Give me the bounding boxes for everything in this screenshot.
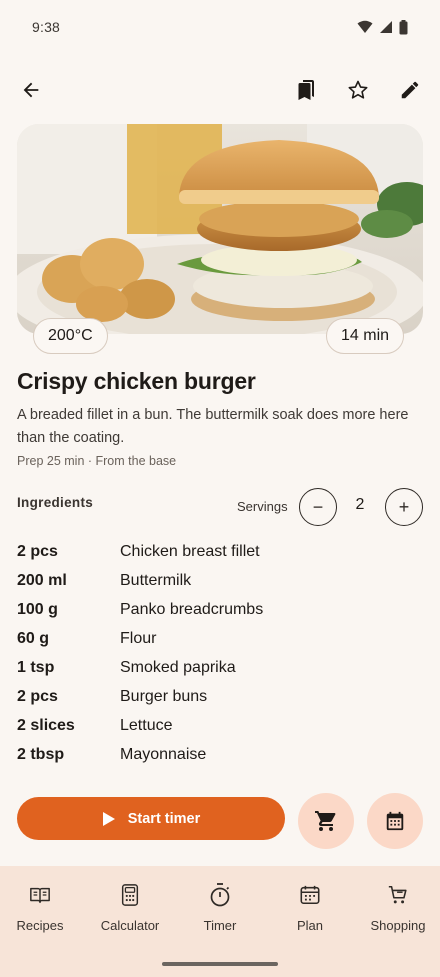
- ingredient-quantity: 1 tsp: [17, 658, 55, 676]
- status-bar: 9:38: [0, 0, 440, 54]
- minus-icon: −: [312, 496, 324, 517]
- recipe-title: Crispy chicken burger: [17, 368, 256, 394]
- ingredient-row: 100 g Panko breadcrumbs: [17, 595, 427, 624]
- star-outline-icon: [348, 80, 368, 99]
- recipe-meta: Prep 25 min · From the base: [17, 454, 177, 468]
- home-indicator[interactable]: [162, 962, 278, 966]
- add-to-plan-button[interactable]: [367, 793, 423, 849]
- temperature-chip: 200°C: [33, 318, 108, 354]
- increase-servings-button[interactable]: +: [385, 488, 423, 526]
- ingredient-name: Lettuce: [120, 716, 173, 734]
- start-timer-button[interactable]: Start timer: [17, 797, 285, 840]
- status-icons: [357, 19, 408, 35]
- edit-button[interactable]: [390, 70, 430, 110]
- plus-icon: +: [398, 496, 410, 517]
- ingredient-row: 2 pcs Chicken breast fillet: [17, 537, 427, 566]
- recipe-photo: [17, 124, 423, 334]
- play-icon: [102, 811, 115, 826]
- duration-chip: 14 min: [326, 318, 405, 354]
- ingredient-name: Mayonnaise: [120, 745, 207, 763]
- arrow-back-icon: [23, 82, 39, 98]
- decrease-servings-button[interactable]: −: [299, 488, 337, 526]
- pencil-icon: [401, 81, 419, 99]
- ingredient-row: 2 pcs Burger buns: [17, 682, 427, 711]
- battery-icon: [399, 19, 408, 34]
- ingredient-row: 1 tsp Smoked paprika: [17, 653, 427, 682]
- ingredient-quantity: 200 ml: [17, 571, 67, 589]
- cart-icon: [315, 811, 336, 831]
- favorite-button[interactable]: [338, 70, 378, 110]
- nav-item-shopping[interactable]: Shopping: [354, 882, 440, 942]
- book-icon: [27, 882, 53, 908]
- top-app-bar: [0, 68, 440, 112]
- nav-label-calculator: Calculator: [100, 918, 160, 933]
- nav-label-plan: Plan: [296, 918, 324, 933]
- ingredients-heading: Ingredients: [17, 495, 94, 510]
- nav-item-recipes[interactable]: Recipes: [0, 882, 84, 942]
- ingredient-name: Chicken breast fillet: [120, 542, 260, 560]
- status-time: 9:38: [32, 19, 61, 35]
- ingredient-quantity: 60 g: [17, 629, 50, 647]
- cart-icon: [385, 882, 411, 908]
- temperature-value: 200°C: [48, 327, 93, 344]
- calendar-icon: [386, 811, 404, 831]
- nav-item-calculator[interactable]: Calculator: [86, 882, 174, 942]
- ingredient-list: 2 pcs Chicken breast fillet 200 ml Butte…: [17, 537, 427, 769]
- duration-value: 14 min: [341, 327, 390, 344]
- ingredient-quantity: 2 tbsp: [17, 745, 65, 763]
- ingredient-quantity: 2 slices: [17, 716, 75, 734]
- servings-value: 2: [355, 496, 365, 513]
- nav-item-plan[interactable]: Plan: [266, 882, 354, 942]
- bookmarks-icon: [298, 80, 314, 100]
- add-to-shopping-button[interactable]: [298, 793, 354, 849]
- calculator-icon: [117, 882, 143, 908]
- nav-label-shopping: Shopping: [370, 918, 426, 933]
- burger-illustration: [17, 124, 423, 334]
- ingredient-name: Panko breadcrumbs: [120, 600, 264, 618]
- recipe-description: A breaded fillet in a bun. The buttermil…: [17, 407, 409, 446]
- ingredient-name: Smoked paprika: [120, 658, 236, 676]
- ingredient-row: 200 ml Buttermilk: [17, 566, 427, 595]
- wifi-icon: [357, 20, 373, 33]
- ingredient-name: Burger buns: [120, 687, 208, 705]
- ingredient-name: Flour: [120, 629, 157, 647]
- ingredient-row: 60 g Flour: [17, 624, 427, 653]
- stopwatch-icon: [207, 882, 233, 908]
- ingredient-quantity: 100 g: [17, 600, 58, 618]
- nav-item-timer[interactable]: Timer: [176, 882, 264, 942]
- signal-icon: [380, 21, 392, 33]
- nav-label-recipes: Recipes: [16, 918, 64, 933]
- ingredient-quantity: 2 pcs: [17, 542, 58, 560]
- back-button[interactable]: [11, 70, 51, 110]
- ingredient-row: 2 slices Lettuce: [17, 711, 427, 740]
- ingredient-quantity: 2 pcs: [17, 687, 58, 705]
- nav-label-timer: Timer: [203, 918, 237, 933]
- bottom-navigation: Recipes Calculator Timer Plan Shopping: [0, 866, 440, 977]
- ingredient-row: 2 tbsp Mayonnaise: [17, 740, 427, 769]
- servings-label: Servings: [237, 499, 288, 514]
- calendar-icon: [297, 882, 323, 908]
- start-timer-label: Start timer: [127, 810, 201, 827]
- collections-button[interactable]: [287, 70, 327, 110]
- ingredient-name: Buttermilk: [120, 571, 192, 589]
